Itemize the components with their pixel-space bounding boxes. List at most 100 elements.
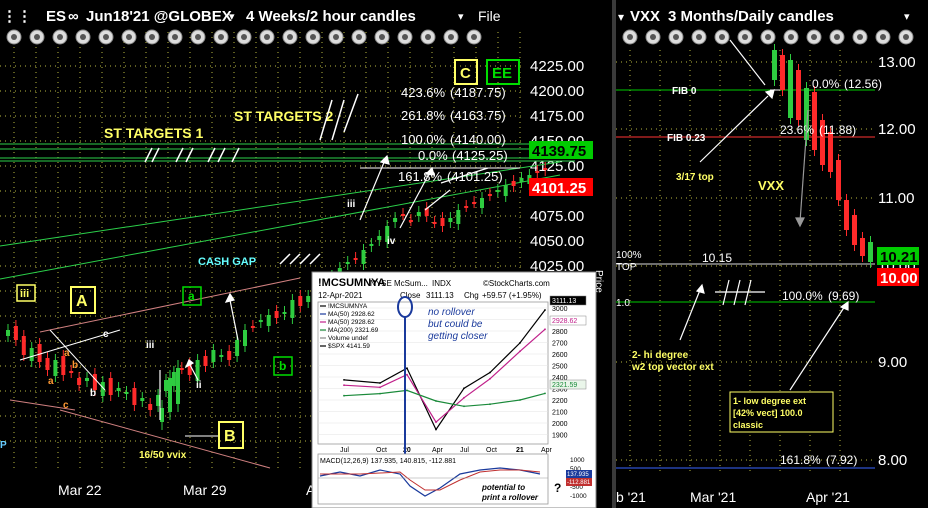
vxx-candle [836, 154, 841, 206]
inset-macd-label: MACD(12,26,9) 137.935, 140.815, -112.881 [320, 458, 456, 465]
inset-series-point [463, 396, 465, 399]
magnet-icon[interactable] [52, 29, 68, 45]
es-price-tick: 4050.00 [530, 233, 584, 250]
zoom-icon[interactable] [167, 29, 183, 45]
st-targets-2-label: ST TARGETS 2 [234, 108, 334, 124]
camera-icon[interactable] [190, 29, 206, 45]
es-toolbar [6, 29, 482, 45]
calendar-icon[interactable] [760, 29, 776, 45]
file-menu[interactable]: File [478, 8, 501, 24]
vxx-symbol[interactable]: VXX [630, 8, 660, 25]
es-title-bar[interactable]: ⋮⋮ ES ∞ Jun18'21 @GLOBEX ▾ 4 Weeks/2 hou… [0, 0, 612, 30]
timeframe-dropdown-chevron-icon[interactable]: ▾ [458, 11, 464, 23]
vxx-timeframe-chevron-icon[interactable]: ▾ [904, 11, 910, 23]
inset-series-point [406, 373, 408, 376]
inset-series-point [406, 389, 408, 392]
inset-close-value: 3111.13 [426, 291, 454, 300]
svg-text:classic: classic [733, 420, 763, 430]
fib0-label: FIB 0 [672, 86, 697, 97]
chart-type-icon[interactable] [75, 29, 91, 45]
inset-note-1: no rollover [428, 307, 475, 318]
bell-icon[interactable] [305, 29, 321, 45]
inset-series-point [379, 386, 381, 389]
gear-icon[interactable] [328, 29, 344, 45]
gear-icon[interactable] [875, 29, 891, 45]
link-icon[interactable] [852, 29, 868, 45]
inset-chg-label: Chg [464, 291, 479, 300]
vxx-candle [852, 209, 857, 251]
link-icon[interactable] [236, 29, 252, 45]
inset-brand: ©StockCharts.com [483, 279, 550, 288]
info-icon[interactable] [351, 29, 367, 45]
inset-series-point [489, 377, 491, 380]
inset-series-point [519, 342, 521, 344]
chart-type-icon[interactable] [691, 29, 707, 45]
vxx-chart-label: VXX [758, 178, 784, 193]
home-icon[interactable] [829, 29, 845, 45]
eraser-icon[interactable] [443, 29, 459, 45]
es-price-axis: 4225.004200.004175.004150.004125.004100.… [530, 58, 584, 275]
inset-y-tick: 2200 [552, 398, 568, 405]
compare-icon[interactable] [737, 29, 753, 45]
inset-exchange: NYSE McSum... [370, 279, 428, 288]
infinity-link-icon[interactable]: ∞ [68, 8, 79, 25]
svg-text:EE: EE [492, 65, 512, 82]
zoom-icon[interactable] [783, 29, 799, 45]
inset-macd-note-1: potential to [481, 483, 525, 492]
macd-axis-tick: -1000 [570, 493, 587, 500]
vxx-10-15-label: 10.15 [702, 251, 732, 265]
draw-icon[interactable] [6, 29, 22, 45]
home-icon[interactable] [213, 29, 229, 45]
inset-series-point [435, 428, 437, 431]
vxx-fib-pct: 161.8% [780, 453, 821, 467]
macd-value-tag: -112.881 [567, 480, 591, 486]
svg-text:a: a [188, 289, 195, 303]
compare-icon[interactable] [121, 29, 137, 45]
es-price-tick: 4225.00 [530, 58, 584, 75]
camera-icon[interactable] [806, 29, 822, 45]
vxx-left-label-1: 1.0 [616, 298, 630, 309]
vxx-timeframe[interactable]: 3 Months/Daily candles [668, 8, 834, 25]
svg-text:a: a [48, 376, 54, 387]
inset-y-tick: 2000 [552, 421, 568, 428]
layout-icon[interactable] [259, 29, 275, 45]
vxx-price-tick: 8.00 [878, 452, 907, 469]
vxx-date-tick: Apr '21 [806, 489, 850, 505]
contract-dropdown-chevron-icon[interactable]: ▾ [229, 11, 235, 23]
es-symbol[interactable]: ES [46, 8, 66, 25]
inset-x-tick: 21 [516, 447, 524, 454]
grip-icon[interactable]: ⋮⋮ [2, 8, 32, 25]
svg-text:b: b [72, 360, 78, 371]
study-icon[interactable] [98, 29, 114, 45]
inset-series-point [489, 371, 491, 374]
es-fib-value: (4140.00) [450, 132, 506, 147]
flag-icon[interactable] [374, 29, 390, 45]
es-date-tick: Mar 22 [58, 482, 102, 498]
target-icon[interactable] [397, 29, 413, 45]
svg-text:c: c [103, 329, 109, 340]
svg-text:iii: iii [347, 199, 356, 210]
vvix-note: 16/50 vvix [139, 450, 187, 461]
inset-y-tick: 3000 [552, 306, 568, 313]
magnet-icon[interactable] [668, 29, 684, 45]
crosshair-icon[interactable] [645, 29, 661, 45]
es-contract[interactable]: Jun18'21 @GLOBEX [86, 8, 232, 25]
draw-icon[interactable] [622, 29, 638, 45]
inset-x-tick: Jul [340, 447, 349, 454]
print-icon[interactable] [898, 29, 914, 45]
crosshair-icon[interactable] [29, 29, 45, 45]
print-icon[interactable] [282, 29, 298, 45]
svg-text:[42% vect] 100.0: [42% vect] 100.0 [733, 408, 803, 418]
vxx-hi-degree-note-2: w2 top vector ext [631, 362, 714, 373]
es-timeframe[interactable]: 4 Weeks/2 hour candles [246, 8, 416, 25]
vxx-fib-value: (9.69) [828, 289, 859, 303]
svg-text:10.21: 10.21 [880, 249, 918, 266]
study-icon[interactable] [714, 29, 730, 45]
vxx-candle [780, 49, 785, 96]
vxx-dropdown-chevron-icon[interactable]: ▾ [618, 10, 624, 24]
vxx-3-17-top-note: 3/17 top [676, 172, 714, 183]
lock-icon[interactable] [466, 29, 482, 45]
calendar-icon[interactable] [144, 29, 160, 45]
text-icon[interactable] [420, 29, 436, 45]
inset-note-3: getting closer [428, 331, 488, 342]
